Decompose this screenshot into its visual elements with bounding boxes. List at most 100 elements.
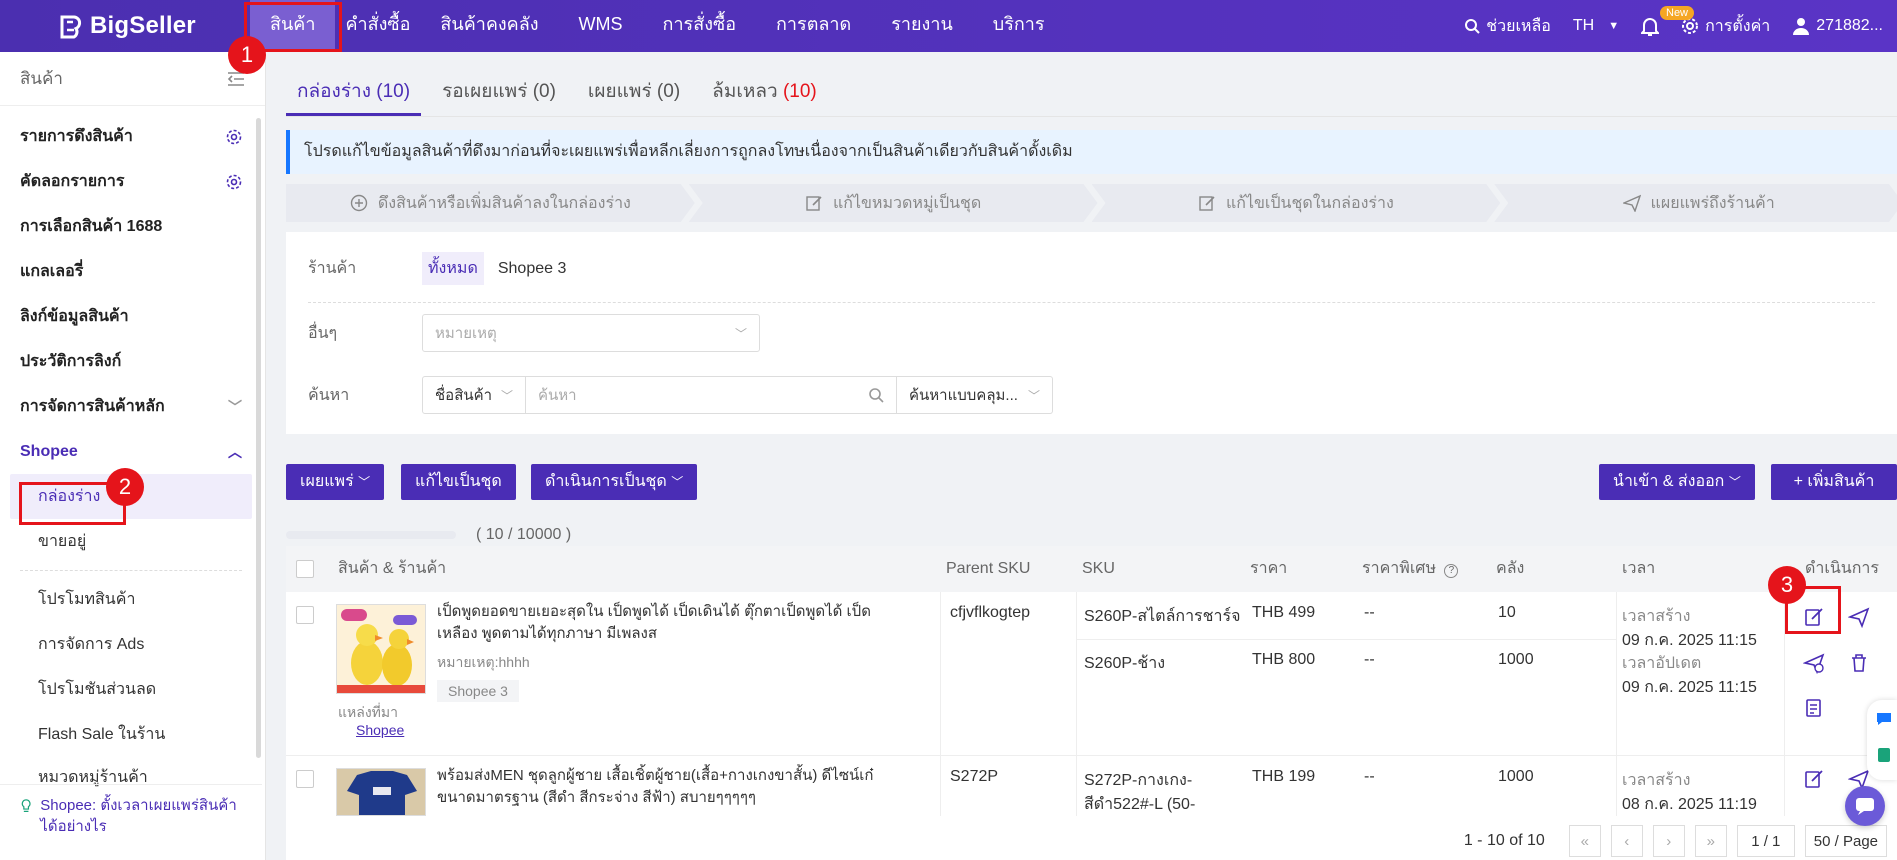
publish-button-label: เผยแพร่ bbox=[300, 473, 354, 490]
menu-services[interactable]: บริการ bbox=[973, 0, 1065, 52]
sidebar-item-discount[interactable]: โปรโมชันส่วนลด bbox=[0, 667, 262, 712]
sidebar-item-label: ประวัติการลิงก์ bbox=[20, 353, 122, 370]
sidebar-item-copy[interactable]: คัดลอกรายการ bbox=[0, 159, 262, 204]
step-category: แก้ไขหมวดหมู่เป็นชุด bbox=[689, 184, 1098, 222]
tab-failed[interactable]: ล้มเหลว (10) bbox=[701, 74, 828, 116]
settings-label: การตั้งค่า bbox=[1705, 17, 1771, 35]
main-menu: สินค้า คำสั่งซื้อ สินค้าคงคลัง WMS การสั… bbox=[250, 0, 1065, 52]
sidebar-tip[interactable]: Shopee: ตั้งเวลาเผยแพร่สินค้าได้อย่างไร bbox=[0, 784, 262, 860]
sidebar-item-1688[interactable]: การเลือกสินค้า 1688 bbox=[0, 204, 262, 249]
main-content: กล่องร่าง (10) รอเผยแพร่ (0) เผยแพร่ (0)… bbox=[286, 52, 1897, 860]
source-link[interactable]: Shopee bbox=[356, 722, 404, 738]
publish-button[interactable]: เผยแพร่ ﹀ bbox=[286, 464, 385, 500]
note-select[interactable]: หมายเหตุ ﹀ bbox=[422, 314, 760, 352]
first-page-button[interactable]: « bbox=[1568, 825, 1601, 857]
menu-orders[interactable]: คำสั่งซื้อ bbox=[335, 0, 420, 52]
search-mode-select[interactable]: ค้นหาแบบคลุม... ﹀ bbox=[897, 376, 1053, 414]
help-icon[interactable]: ? bbox=[1444, 564, 1459, 578]
sidebar-item-selling[interactable]: ขายอยู่ bbox=[0, 519, 262, 564]
notifications-button[interactable] bbox=[1641, 16, 1660, 36]
store-chip-shopee3[interactable]: Shopee 3 bbox=[484, 256, 581, 282]
pagination-range: 1 - 10 of 10 bbox=[1463, 832, 1545, 849]
page-size-select[interactable]: 50 / Page bbox=[1804, 825, 1887, 857]
batch-ops-button[interactable]: ดำเนินการเป็นชุด ﹀ bbox=[531, 464, 698, 500]
lightbulb-icon bbox=[21, 799, 31, 812]
select-all-checkbox[interactable] bbox=[296, 560, 314, 578]
note-icon[interactable] bbox=[1803, 697, 1825, 719]
tab-published[interactable]: เผยแพร่ (0) bbox=[577, 74, 691, 116]
variant-divider bbox=[1076, 639, 1616, 640]
sidebar-item-category[interactable]: หมวดหมู่ร้านค้า bbox=[0, 757, 262, 787]
help-link[interactable]: ช่วยเหลือ bbox=[1464, 14, 1551, 39]
sidebar: สินค้า รายการดึงสินค้า คัดลอกรายการ การเ… bbox=[0, 52, 266, 860]
sidebar-scrollbar[interactable] bbox=[256, 118, 261, 758]
user-icon bbox=[1793, 18, 1810, 35]
gear-icon[interactable] bbox=[226, 174, 242, 190]
message-icon[interactable] bbox=[1875, 710, 1893, 728]
user-menu[interactable]: 271882... bbox=[1792, 17, 1883, 35]
row-checkbox[interactable] bbox=[296, 770, 314, 788]
sidebar-item-flash[interactable]: Flash Sale ในร้าน bbox=[0, 712, 262, 757]
tab-pending[interactable]: รอเผยแพร่ (0) bbox=[431, 74, 567, 116]
col-price: ราคา bbox=[1250, 560, 1288, 577]
col-time: เวลา bbox=[1622, 560, 1656, 577]
product-note: หมายเหตุ:hhhh bbox=[437, 654, 530, 670]
notebook-icon[interactable] bbox=[1875, 746, 1893, 764]
shirt-image bbox=[337, 769, 425, 815]
page-input[interactable]: 1 / 1 bbox=[1736, 825, 1795, 857]
menu-wms[interactable]: WMS bbox=[559, 0, 643, 52]
sidebar-menu: รายการดึงสินค้า คัดลอกรายการ การเลือกสิน… bbox=[0, 114, 262, 787]
sidebar-item-label: แกลเลอรี่ bbox=[20, 263, 84, 280]
tab-draft[interactable]: กล่องร่าง (10) bbox=[286, 74, 422, 116]
floating-toolbar[interactable] bbox=[1867, 700, 1897, 780]
gear-icon[interactable] bbox=[226, 129, 242, 145]
menu-reports[interactable]: รายงาน bbox=[871, 0, 973, 52]
language-label: TH bbox=[1572, 17, 1595, 34]
variant-sku: S260P-สไตล์การชาร์จ bbox=[1084, 608, 1241, 625]
chevron-down-icon: ﹀ bbox=[358, 475, 371, 489]
send-icon bbox=[1623, 194, 1641, 212]
bigseller-logo[interactable]: BigSeller bbox=[58, 12, 196, 40]
product-table: สินค้า & ร้านค้า Parent SKU SKU ราคา ราค… bbox=[286, 546, 1897, 860]
import-export-button[interactable]: นำเข้า & ส่งออก ﹀ bbox=[1599, 464, 1755, 500]
col-stock: คลัง bbox=[1496, 560, 1525, 577]
settings-link[interactable]: การตั้งค่า bbox=[1681, 14, 1770, 39]
menu-marketing[interactable]: การตลาด bbox=[756, 0, 871, 52]
scheduled-send-icon[interactable] bbox=[1803, 652, 1825, 674]
store-tag: Shopee 3 bbox=[437, 680, 519, 702]
language-select[interactable]: TH ▼ bbox=[1573, 17, 1619, 35]
search-field-select[interactable]: ชื่อสินค้า ﹀ bbox=[422, 376, 526, 414]
sidebar-item-shopee[interactable]: Shopee ︿ bbox=[0, 429, 262, 474]
sidebar-item-link[interactable]: ลิงก์ข้อมูลสินค้า bbox=[0, 294, 262, 339]
product-name[interactable]: เป็ดพูดยอดขายเยอะสุดใน เป็ดพูดได้ เป็ดเด… bbox=[437, 601, 905, 645]
search-input[interactable]: ค้นหา bbox=[526, 376, 897, 414]
sidebar-item-label: Flash Sale ในร้าน bbox=[38, 726, 166, 743]
product-thumbnail[interactable] bbox=[336, 768, 426, 816]
row-checkbox[interactable] bbox=[296, 606, 314, 624]
store-chip-all[interactable]: ทั้งหมด bbox=[422, 252, 484, 285]
sidebar-item-pull[interactable]: รายการดึงสินค้า bbox=[0, 114, 262, 159]
search-icon[interactable] bbox=[868, 387, 884, 403]
sidebar-item-promo[interactable]: โปรโมทสินค้า bbox=[0, 577, 262, 622]
menu-inventory[interactable]: สินค้าคงคลัง bbox=[420, 0, 558, 52]
edit-icon[interactable] bbox=[1803, 768, 1825, 790]
product-thumbnail[interactable] bbox=[336, 604, 426, 694]
sidebar-item-label: การเลือกสินค้า 1688 bbox=[20, 218, 163, 235]
add-product-button[interactable]: + เพิ่มสินค้า bbox=[1771, 464, 1897, 500]
step-batch-edit: แก้ไขเป็นชุดในกล่องร่าง bbox=[1092, 184, 1501, 222]
sidebar-item-history[interactable]: ประวัติการลิงก์ bbox=[0, 339, 262, 384]
chat-button[interactable] bbox=[1845, 786, 1885, 826]
next-page-button[interactable]: › bbox=[1652, 825, 1685, 857]
variant-stock: 1000 bbox=[1498, 768, 1534, 785]
trash-icon[interactable] bbox=[1848, 652, 1870, 674]
batch-edit-button[interactable]: แก้ไขเป็นชุด bbox=[401, 464, 516, 500]
last-page-button[interactable]: » bbox=[1694, 825, 1727, 857]
cell-divider bbox=[1076, 592, 1077, 756]
send-icon[interactable] bbox=[1848, 606, 1870, 628]
menu-purchase[interactable]: การสั่งซื้อ bbox=[643, 0, 756, 52]
product-name[interactable]: พร้อมส่งMEN ชุดลูกผู้ชาย เสื้อเชิ้ตผู้ชา… bbox=[437, 765, 905, 809]
sidebar-item-ads[interactable]: การจัดการ Ads bbox=[0, 622, 262, 667]
sidebar-item-gallery[interactable]: แกลเลอรี่ bbox=[0, 249, 262, 294]
prev-page-button[interactable]: ‹ bbox=[1610, 825, 1643, 857]
sidebar-item-master[interactable]: การจัดการสินค้าหลัก ﹀ bbox=[0, 384, 262, 429]
